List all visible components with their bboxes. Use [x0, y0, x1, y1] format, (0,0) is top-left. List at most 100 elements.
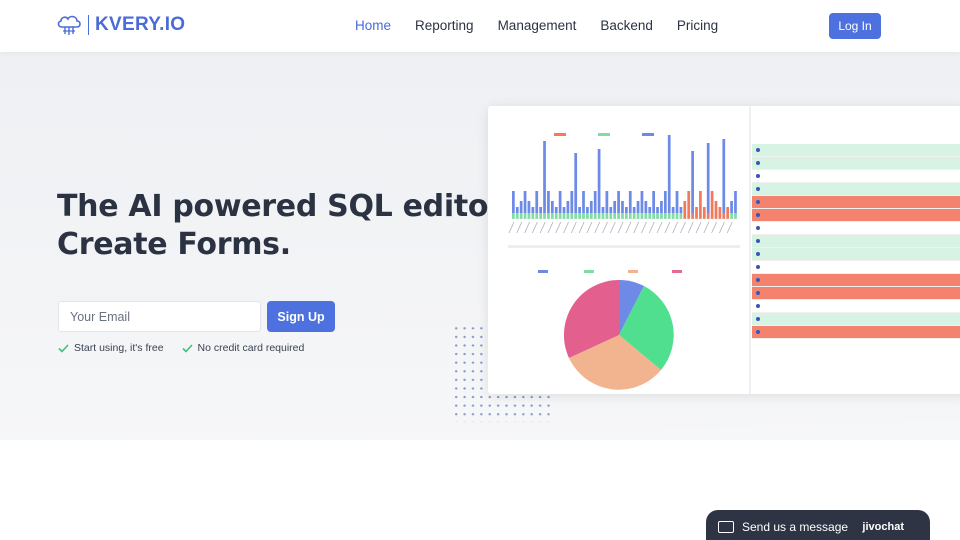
site-header: KVERY.IO Home Reporting Management Backe…	[0, 0, 960, 52]
chart-bar	[597, 149, 601, 213]
chart-bar	[695, 207, 698, 213]
chart-bar	[531, 213, 535, 219]
chart-bar	[691, 151, 694, 213]
chart-bar	[663, 191, 667, 213]
chart-bar	[547, 213, 550, 219]
chart-bar	[671, 207, 675, 213]
dashboard-preview	[488, 106, 960, 394]
perk-item: Start using, it's free	[58, 342, 164, 354]
chart-bar	[570, 213, 574, 219]
chart-bar	[621, 213, 624, 219]
chat-widget[interactable]: Send us a message jivochat	[706, 510, 930, 540]
nav-item-home[interactable]: Home	[355, 18, 391, 33]
chart-bar	[550, 201, 554, 213]
chart-bar	[663, 213, 667, 219]
chart-bar	[543, 213, 546, 219]
chart-bar	[636, 213, 640, 219]
headline-line-1: The AI powered SQL editor.	[57, 189, 510, 224]
chart-bar	[617, 213, 620, 219]
chart-bar	[652, 191, 656, 213]
data-table-preview	[752, 134, 960, 339]
nav-item-management[interactable]: Management	[498, 18, 577, 33]
chart-bar	[539, 207, 543, 213]
chart-bar	[632, 213, 636, 219]
chart-bar	[609, 207, 613, 213]
chart-bar	[589, 201, 593, 213]
chart-bar	[636, 201, 640, 213]
chart-bar	[726, 207, 730, 213]
chart-bar	[679, 213, 683, 219]
chart-bar	[644, 201, 648, 213]
chart-bar	[558, 191, 562, 213]
chart-bar	[554, 207, 558, 213]
chart-bar	[656, 213, 659, 219]
logo-link[interactable]: KVERY.IO	[56, 14, 185, 36]
nav-item-reporting[interactable]: Reporting	[415, 18, 474, 33]
check-icon	[181, 343, 193, 353]
chat-brand: jivochat	[862, 521, 904, 533]
main-nav: Home Reporting Management Backend Pricin…	[355, 18, 718, 33]
chart-bar	[683, 213, 687, 219]
chart-bar	[589, 213, 593, 219]
chart-bar	[613, 213, 617, 219]
chart-bar	[609, 213, 613, 219]
chart-bar	[734, 213, 737, 219]
chart-bar	[566, 213, 570, 219]
perk-label: Start using, it's free	[74, 342, 164, 354]
nav-item-backend[interactable]: Backend	[600, 18, 653, 33]
chart-bar	[667, 213, 671, 219]
signup-button[interactable]: Sign Up	[267, 301, 335, 332]
chart-bar	[691, 213, 694, 219]
chart-bar	[523, 213, 527, 219]
message-icon	[718, 521, 734, 533]
chart-bar	[512, 191, 515, 213]
chart-bar	[679, 207, 683, 213]
chart-bar	[527, 213, 531, 219]
chart-bar	[582, 213, 585, 219]
hero-headline: The AI powered SQL editor. Create Forms.	[57, 188, 510, 264]
chart-bar	[625, 207, 628, 213]
chart-bar	[519, 201, 523, 213]
chart-bar	[512, 213, 515, 219]
chart-bar	[644, 213, 648, 219]
chart-bar	[714, 201, 718, 213]
chart-bar	[547, 191, 550, 213]
chart-bar	[714, 213, 718, 219]
headline-line-2: Create Forms.	[57, 227, 291, 262]
chart-bar	[710, 213, 714, 219]
brand-name: KVERY.IO	[95, 14, 186, 35]
chart-bar	[667, 135, 671, 213]
chart-bar	[675, 191, 679, 213]
chart-bar	[593, 191, 597, 213]
chart-bar	[710, 191, 714, 213]
chart-bar	[570, 191, 574, 213]
chart-bar	[734, 191, 737, 213]
chart-bar	[722, 213, 726, 219]
chart-bar	[652, 213, 656, 219]
chart-bar	[535, 191, 539, 213]
chart-bar	[562, 207, 566, 213]
nav-item-pricing[interactable]: Pricing	[677, 18, 718, 33]
cloud-database-icon	[57, 15, 81, 35]
login-button[interactable]: Log In	[829, 13, 881, 39]
pie-chart	[563, 279, 674, 390]
chart-bar	[632, 207, 636, 213]
chart-bar	[578, 213, 581, 219]
chart-bar	[515, 213, 519, 219]
chart-bar	[527, 201, 531, 213]
check-icon	[58, 343, 69, 353]
chart-bar	[702, 213, 706, 219]
chart-bar	[625, 213, 628, 219]
chart-bar	[562, 213, 566, 219]
chart-bar	[621, 201, 624, 213]
chart-bar	[648, 213, 652, 219]
chart-bar	[582, 191, 585, 213]
chart-bar	[523, 191, 527, 213]
chart-bar	[543, 141, 546, 213]
chart-bar	[722, 139, 726, 213]
chart-bar	[718, 207, 722, 213]
chart-bar	[605, 191, 609, 213]
chart-bar	[656, 207, 659, 213]
chart-bar	[519, 213, 523, 219]
email-input[interactable]	[58, 301, 261, 332]
